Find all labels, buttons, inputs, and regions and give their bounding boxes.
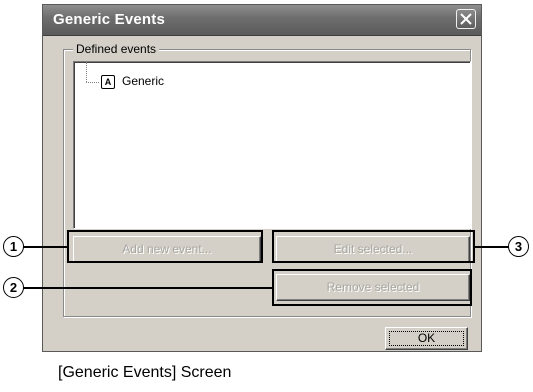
event-node-icon: A <box>101 75 115 89</box>
callout-line-2 <box>22 287 273 289</box>
remove-selected-button[interactable]: Remove selected <box>276 274 470 301</box>
callout-line-1 <box>22 246 68 248</box>
add-new-event-button[interactable]: Add new event... <box>73 236 261 263</box>
callout-line-3 <box>474 246 512 248</box>
title-bar: Generic Events <box>43 5 481 36</box>
callout-number-2: 2 <box>3 277 24 298</box>
tree-connector-vertical <box>86 62 87 82</box>
callout-number-3: 3 <box>508 236 529 257</box>
callout-number-1: 1 <box>3 236 24 257</box>
dialog-title: Generic Events <box>53 11 166 28</box>
figure-caption: [Generic Events] Screen <box>58 364 232 381</box>
defined-events-label: Defined events <box>73 42 160 56</box>
close-button[interactable] <box>456 9 476 29</box>
edit-selected-button[interactable]: Edit selected... <box>276 236 470 263</box>
close-icon <box>460 13 472 25</box>
focus-rectangle <box>389 331 464 346</box>
tree-item-generic[interactable]: Generic <box>122 74 164 88</box>
generic-events-dialog: Generic Events Defined events A Generic … <box>42 4 482 352</box>
events-tree[interactable]: A Generic <box>73 61 471 229</box>
ok-button[interactable]: OK <box>385 327 468 350</box>
tree-connector <box>86 82 99 83</box>
